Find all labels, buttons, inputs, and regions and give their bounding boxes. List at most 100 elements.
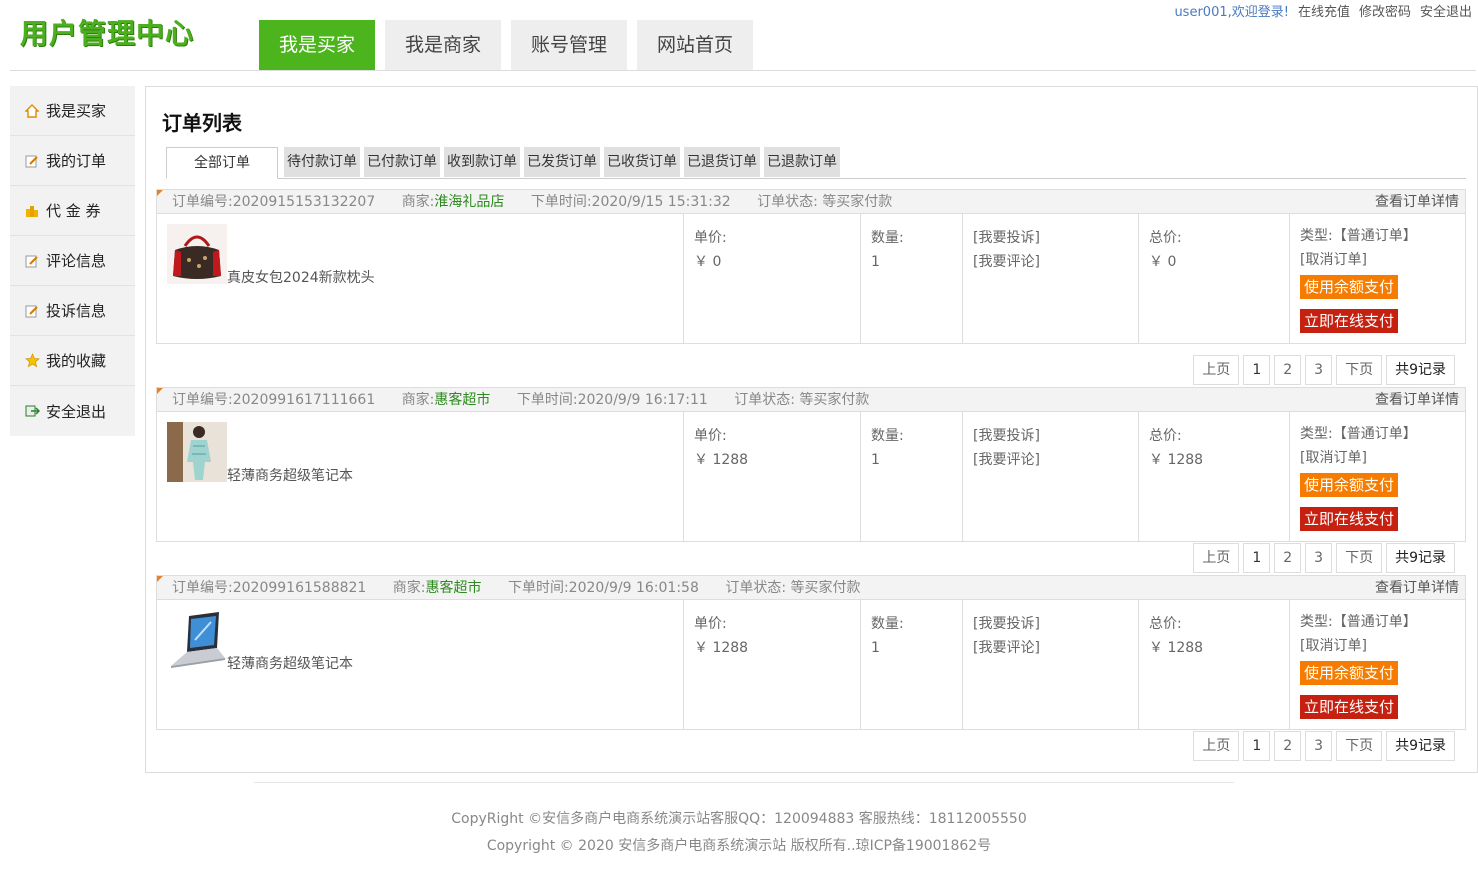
pay-online-button[interactable]: 立即在线支付 [1300,695,1399,719]
product-name[interactable]: 轻薄商务超级笔记本 [227,652,353,676]
tab-buyer[interactable]: 我是买家 [259,20,376,70]
unit-price: ￥ 0 [694,254,722,270]
price-cell: 单价: ￥ 1288 [684,412,861,541]
order-header: 订单编号:2020991617111661 商家:惠客超市 下单时间:2020/… [156,387,1466,412]
product-thumbnail[interactable] [167,422,227,482]
order-shop: 商家:惠客超市 [401,392,491,408]
sidebar-item-complaints[interactable]: 投诉信息 [10,286,135,336]
pay-with-balance-button[interactable]: 使用余额支付 [1300,275,1399,299]
sidebar-item-coupons[interactable]: 代 金 券 [10,186,135,236]
next-page-button[interactable]: 下页 [1336,543,1383,573]
order-body: 轻薄商务超级笔记本 单价: ￥ 1288 数量: 1 [我要投诉] [我要评论]… [156,412,1466,542]
tab-returned[interactable]: 已退货订单 [684,147,760,177]
top-nav: 我是买家 我是商家 账号管理 网站首页 [259,20,754,70]
page-2-button[interactable]: 2 [1274,543,1302,573]
view-order-detail-link[interactable]: 查看订单详情 [1375,190,1459,214]
pay-online-button[interactable]: 立即在线支付 [1300,507,1399,531]
price-cell: 单价: ￥ 0 [684,214,861,343]
pay-with-balance-button[interactable]: 使用余额支付 [1300,473,1399,497]
site-logo[interactable]: 用户管理中心 [20,12,194,52]
view-order-detail-link[interactable]: 查看订单详情 [1375,576,1459,600]
prev-page-button[interactable]: 上页 [1193,731,1240,761]
type-cell: 类型:【普通订单】 [取消订单] 使用余额支付 立即在线支付 [1290,412,1465,541]
pay-online-button[interactable]: 立即在线支付 [1300,309,1399,333]
actions-cell: [我要投诉] [我要评论] [963,600,1139,729]
page-3-button[interactable]: 3 [1305,731,1333,761]
tab-paid[interactable]: 已付款订单 [364,147,440,177]
shop-link[interactable]: 惠客超市 [434,392,490,408]
sidebar-item-favorites[interactable]: 我的收藏 [10,336,135,386]
tab-received[interactable]: 已收货订单 [604,147,680,177]
next-page-button[interactable]: 下页 [1336,731,1383,761]
shop-link[interactable]: 淮海礼品店 [434,194,504,210]
tab-refunded[interactable]: 已退款订单 [764,147,840,177]
sidebar-item-orders[interactable]: 我的订单 [10,136,135,186]
quantity-label: 数量: [871,230,904,246]
tab-account[interactable]: 账号管理 [511,20,628,70]
order-header: 订单编号:2020915153132207 商家:淮海礼品店 下单时间:2020… [156,189,1466,214]
cancel-order-link[interactable]: [取消订单] [1300,446,1455,470]
cancel-order-link[interactable]: [取消订单] [1300,248,1455,272]
page-2-button[interactable]: 2 [1274,355,1302,385]
page-title: 订单列表 [162,111,242,135]
pagination: 上页 1 2 3 下页 共9记录 [1193,731,1455,761]
sidebar-item-label: 我的订单 [46,152,107,170]
comment-link[interactable]: [我要评论] [973,448,1128,472]
tab-home[interactable]: 网站首页 [637,20,754,70]
sidebar-item-label: 代 金 券 [46,202,101,220]
pay-with-balance-button[interactable]: 使用余额支付 [1300,661,1399,685]
total-cell: 总价: ￥ 1288 [1139,600,1290,729]
page-1-button[interactable]: 1 [1243,355,1271,385]
comment-link[interactable]: [我要评论] [973,636,1128,660]
page-1-button[interactable]: 1 [1243,731,1271,761]
cancel-order-link[interactable]: [取消订单] [1300,634,1455,658]
sidebar-item-logout[interactable]: 安全退出 [10,386,135,436]
page-1-button[interactable]: 1 [1243,543,1271,573]
sidebar-item-label: 我是买家 [46,102,107,120]
tab-seller[interactable]: 我是商家 [385,20,502,70]
sidebar-item-buyer[interactable]: 我是买家 [10,86,135,136]
order-body: 真皮女包2024新款枕头 单价: ￥ 0 数量: 1 [我要投诉] [我要评论]… [156,214,1466,344]
prev-page-button[interactable]: 上页 [1193,543,1240,573]
complain-link[interactable]: [我要投诉] [973,226,1128,250]
comment-link[interactable]: [我要评论] [973,250,1128,274]
header: 用户管理中心 我是买家 我是商家 账号管理 网站首页 user001,欢迎登录!… [0,0,1478,72]
total-cell: 总价: ￥ 1288 [1139,412,1290,541]
product-name[interactable]: 真皮女包2024新款枕头 [227,266,375,290]
order-time: 下单时间:2020/9/9 16:17:11 [516,392,708,408]
change-password-link[interactable]: 修改密码 [1359,1,1411,20]
page-3-button[interactable]: 3 [1305,355,1333,385]
view-order-detail-link[interactable]: 查看订单详情 [1375,388,1459,412]
price-label: 单价: [694,428,727,444]
coins-icon [24,203,40,219]
product-thumbnail[interactable] [167,610,227,670]
shop-link[interactable]: 惠客超市 [426,580,482,596]
tab-all-orders[interactable]: 全部订单 [166,147,278,179]
quantity-label: 数量: [871,428,904,444]
top-links: user001,欢迎登录! 在线充值 修改密码 安全退出 [1174,1,1472,20]
prev-page-button[interactable]: 上页 [1193,355,1240,385]
star-icon [24,353,40,369]
pagination: 上页 1 2 3 下页 共9记录 [1193,355,1455,385]
tab-payment-received[interactable]: 收到款订单 [444,147,520,177]
exit-icon [24,403,40,419]
next-page-button[interactable]: 下页 [1336,355,1383,385]
product-thumbnail[interactable] [167,224,227,284]
price-label: 单价: [694,616,727,632]
product-cell: 真皮女包2024新款枕头 [157,214,684,343]
complain-link[interactable]: [我要投诉] [973,612,1128,636]
actions-cell: [我要投诉] [我要评论] [963,214,1139,343]
logout-link[interactable]: 安全退出 [1420,1,1472,20]
order-time: 下单时间:2020/9/9 16:01:58 [507,580,699,596]
page-3-button[interactable]: 3 [1305,543,1333,573]
page-2-button[interactable]: 2 [1274,731,1302,761]
price-label: 单价: [694,230,727,246]
complain-link[interactable]: [我要投诉] [973,424,1128,448]
product-name[interactable]: 轻薄商务超级笔记本 [227,464,353,488]
recharge-link[interactable]: 在线充值 [1298,1,1350,20]
tab-shipped[interactable]: 已发货订单 [524,147,600,177]
footer-contact: CopyRight ©安信多商户电商系统演示站客服QQ：120094883 客服… [451,811,1027,827]
edit-icon [24,253,40,269]
sidebar-item-comments[interactable]: 评论信息 [10,236,135,286]
tab-pending-payment[interactable]: 待付款订单 [284,147,360,177]
